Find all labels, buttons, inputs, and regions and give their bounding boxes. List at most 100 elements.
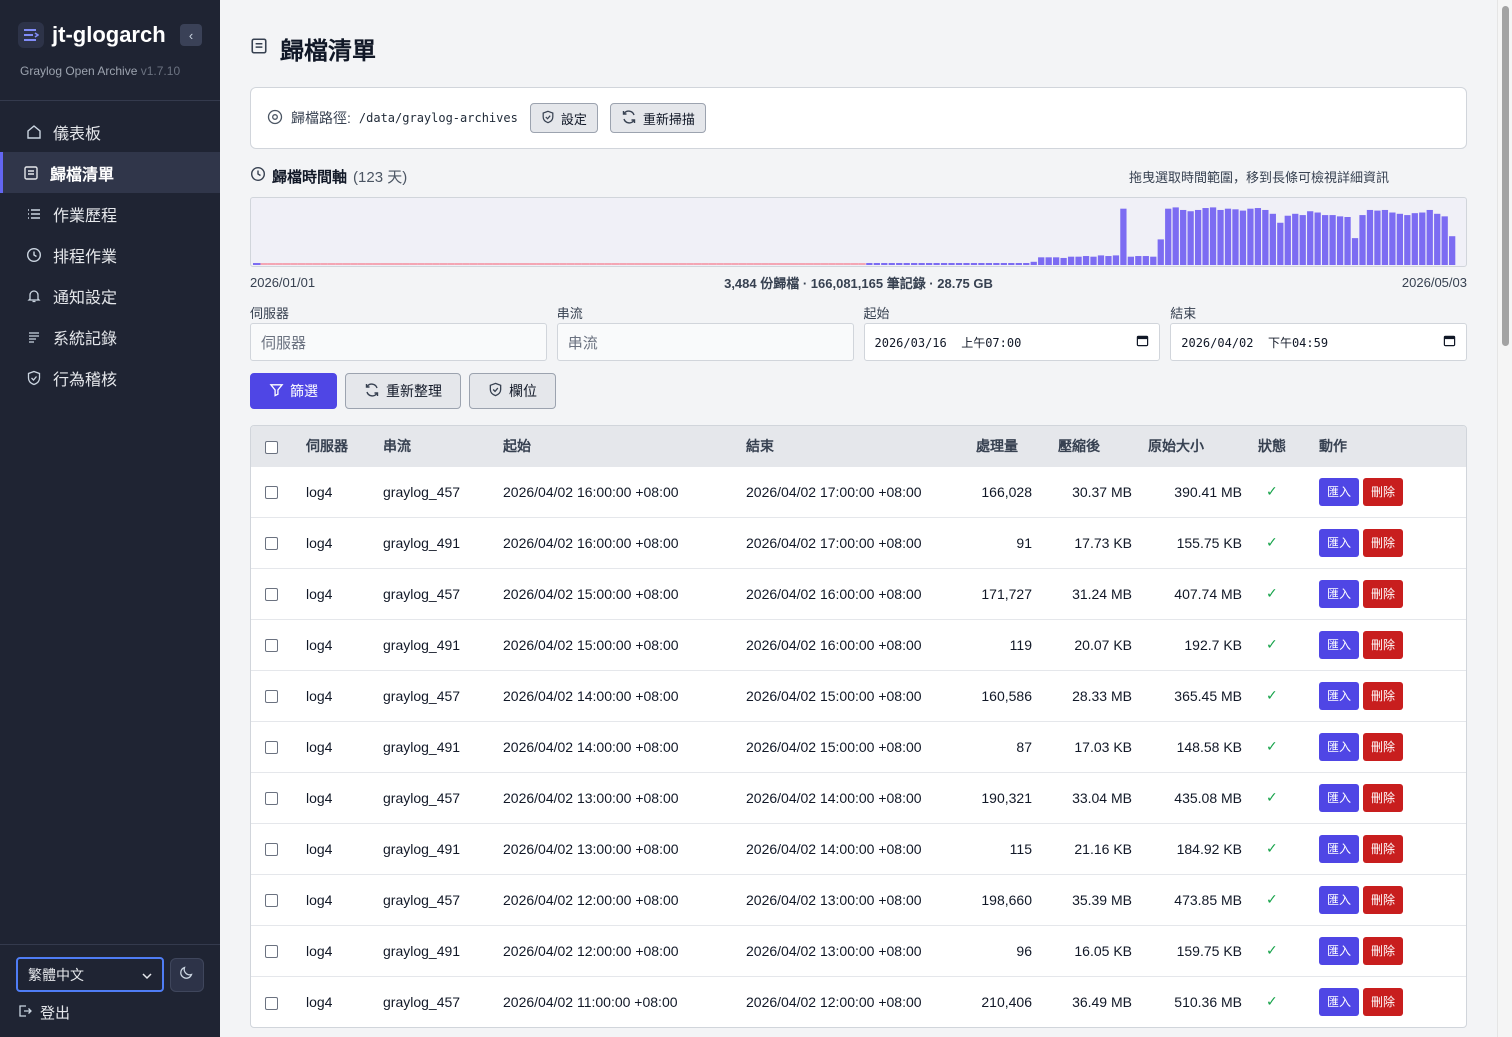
timeline-bar[interactable] [1396,213,1403,265]
timeline-bar[interactable] [282,263,291,265]
timeline-bar[interactable] [320,263,328,265]
timeline-bar[interactable] [888,263,895,265]
timeline-bar[interactable] [342,263,351,265]
timeline-bar[interactable] [663,263,672,265]
timeline-bar[interactable] [1336,216,1344,265]
row-checkbox[interactable] [265,843,278,857]
timeline-bar[interactable] [1060,257,1067,265]
import-button[interactable]: 匯入 [1319,834,1360,863]
timeline-bar[interactable] [716,263,724,265]
timeline-bar[interactable] [1322,215,1329,265]
start-datetime-input[interactable]: 2026/03/16 上午07:00 [863,323,1161,361]
timeline-bar[interactable] [604,263,612,265]
table-row[interactable]: log4 graylog_491 2026/04/02 14:00:00 +08:0… [251,720,1466,772]
timeline-bar[interactable] [312,263,321,265]
timeline-bar[interactable] [1404,215,1411,265]
table-row[interactable]: log4 graylog_457 2026/04/02 11:00:00 +08:0… [251,975,1466,1027]
timeline-bar[interactable] [1180,209,1187,265]
timeline-bar[interactable] [776,263,784,265]
timeline-bar[interactable] [753,263,762,265]
timeline-bar[interactable] [925,263,933,265]
timeline-bar[interactable] [305,263,313,265]
timeline-bar[interactable] [1008,263,1015,265]
timeline-bar[interactable] [1299,215,1306,265]
timeline-bar[interactable] [424,263,433,265]
timeline-bar[interactable] [768,263,777,265]
timeline-bar[interactable] [1135,256,1142,265]
timeline-bar[interactable] [1030,261,1037,265]
timeline-bar[interactable] [529,263,537,265]
timeline-bar[interactable] [1307,211,1314,265]
timeline-bar[interactable] [790,263,799,265]
timeline-bar[interactable] [678,263,687,265]
timeline-bar[interactable] [581,263,590,265]
timeline-bar[interactable] [1344,217,1351,265]
timeline-bar[interactable] [1194,209,1202,265]
end-datetime-input[interactable]: 2026/04/02 下午04:59 [1170,323,1467,361]
timeline-bar[interactable] [394,263,403,265]
timeline-bar[interactable] [820,263,829,265]
timeline-bar[interactable] [1269,213,1276,265]
timeline-bar[interactable] [805,263,814,265]
timeline-bar[interactable] [955,263,963,265]
row-checkbox[interactable] [265,486,278,500]
table-row[interactable]: log4 graylog_457 2026/04/02 14:00:00 +08:0… [251,669,1466,721]
row-checkbox[interactable] [265,741,278,755]
delete-button[interactable]: 刪除 [1363,936,1404,965]
timeline-bar[interactable] [1150,256,1157,265]
timeline-bar[interactable] [357,263,366,265]
sidebar-item-dashboard[interactable]: 儀表板 [0,111,220,152]
timeline-bar[interactable] [1053,257,1060,265]
timeline-bar[interactable] [723,263,732,265]
import-button[interactable]: 匯入 [1319,732,1360,761]
timeline-bar[interactable] [1434,213,1441,265]
timeline-bar[interactable] [439,263,448,265]
timeline-bar[interactable] [275,263,283,265]
timeline-bar[interactable] [1374,210,1381,265]
timeline-bar[interactable] [1157,239,1164,265]
timeline-bar[interactable] [290,263,298,265]
timeline-bar[interactable] [447,263,455,265]
table-row[interactable]: log4 graylog_491 2026/04/02 13:00:00 +08:0… [251,822,1466,874]
timeline-bar[interactable] [1381,209,1389,265]
timeline-bar[interactable] [1292,213,1299,265]
timeline-bar[interactable] [970,263,978,265]
timeline-bar[interactable] [566,263,575,265]
timeline-bar[interactable] [297,263,306,265]
timeline-bar[interactable] [365,263,373,265]
table-row[interactable]: log4 graylog_457 2026/04/02 16:00:00 +08:0… [251,465,1466,517]
stream-filter-input[interactable]: 串流 [556,323,854,361]
rescan-button[interactable]: 重新掃描 [609,103,706,133]
timeline-bar[interactable] [380,263,388,265]
timeline-bar[interactable] [514,263,522,265]
timeline-bar[interactable] [708,263,717,265]
timeline-bar[interactable] [499,263,508,265]
timeline-bar[interactable] [1000,263,1007,265]
timeline-bar[interactable] [1277,222,1284,265]
timeline-bar[interactable] [686,263,694,265]
timeline-bar[interactable] [1097,255,1105,265]
timeline-bar[interactable] [1224,208,1232,265]
timeline-bar[interactable] [1015,263,1022,265]
timeline-bar[interactable] [462,263,470,265]
delete-button[interactable]: 刪除 [1363,681,1404,710]
timeline-bar[interactable] [978,263,985,265]
timeline-bar[interactable] [574,263,582,265]
col-processed[interactable]: 處理量 [968,426,1040,466]
timeline-bar[interactable] [1449,236,1456,265]
delete-button[interactable]: 刪除 [1363,783,1404,812]
import-button[interactable]: 匯入 [1319,579,1360,608]
timeline-bar[interactable] [1419,212,1426,265]
timeline-bar[interactable] [1127,256,1135,265]
row-checkbox[interactable] [265,588,278,602]
theme-toggle-button[interactable] [170,957,204,992]
row-checkbox[interactable] [265,537,278,551]
timeline-bar[interactable] [866,263,873,265]
row-checkbox[interactable] [265,792,278,806]
timeline-bar[interactable] [507,263,515,265]
delete-button[interactable]: 刪除 [1363,477,1404,506]
timeline-bar[interactable] [1232,209,1239,265]
timeline-bar[interactable] [701,263,709,265]
import-button[interactable]: 匯入 [1319,987,1360,1016]
scrollbar-thumb[interactable] [1502,6,1509,346]
